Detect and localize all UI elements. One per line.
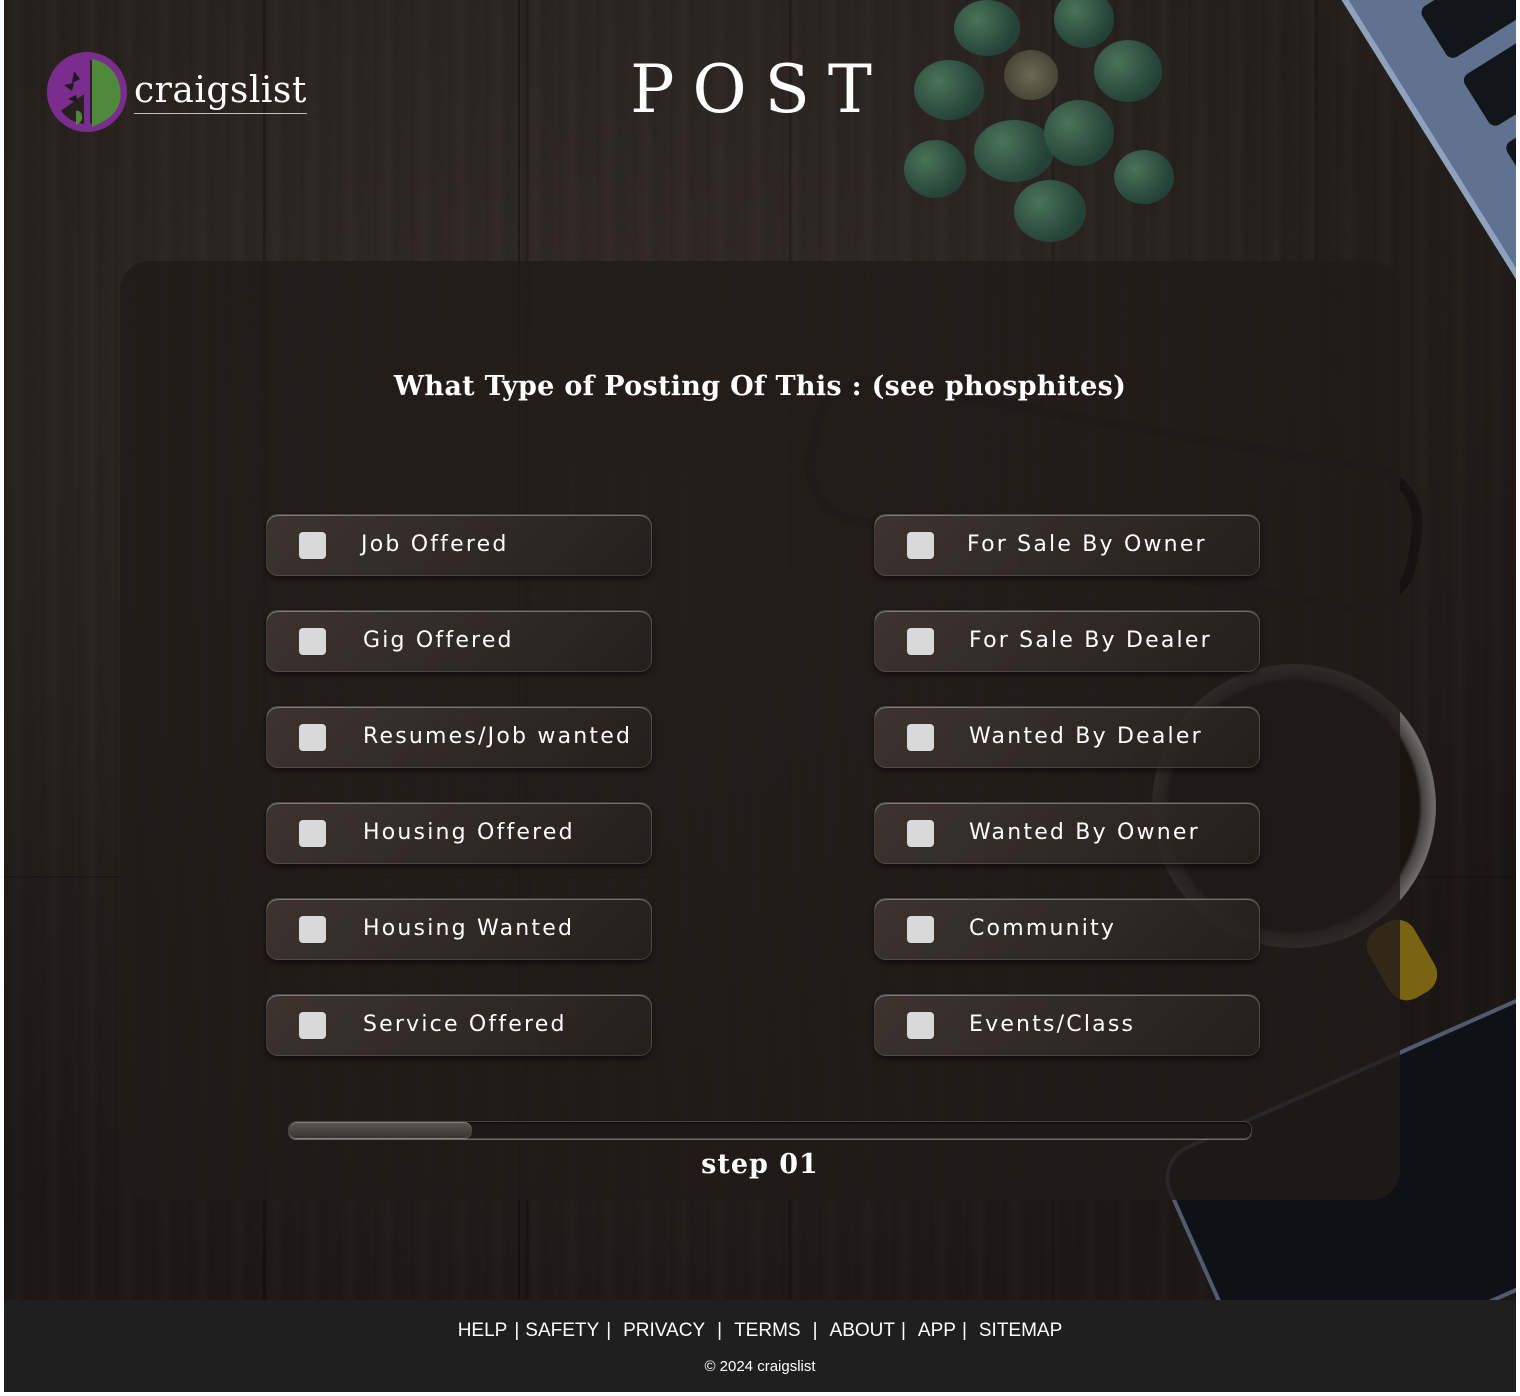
option-label: Job Offered — [361, 532, 509, 557]
option-label: Wanted By Owner — [969, 820, 1200, 845]
option-label: Events/Class — [969, 1012, 1136, 1037]
plant-image — [854, 0, 1214, 270]
footer-separator: | — [606, 1320, 612, 1341]
option-events-class[interactable]: Events/Class — [874, 994, 1260, 1056]
option-gig-offered[interactable]: Gig Offered — [266, 610, 652, 672]
option-housing-offered[interactable]: Housing Offered — [266, 802, 652, 864]
option-resumes-job-wanted[interactable]: Resumes/Job wanted — [266, 706, 652, 768]
option-label: Wanted By Dealer — [969, 724, 1203, 749]
checkbox[interactable] — [299, 532, 326, 559]
option-label: Community — [969, 916, 1117, 941]
footer-separator: | — [961, 1320, 967, 1341]
option-for-sale-by-dealer[interactable]: For Sale By Dealer — [874, 610, 1260, 672]
footer-link-terms[interactable]: TERMS — [734, 1320, 801, 1341]
option-label: Resumes/Job wanted — [363, 724, 633, 749]
option-service-offered[interactable]: Service Offered — [266, 994, 652, 1056]
option-wanted-by-owner[interactable]: Wanted By Owner — [874, 802, 1260, 864]
footer-separator: | — [900, 1320, 906, 1341]
footer-link-privacy[interactable]: PRIVACY — [623, 1320, 705, 1341]
footer-links: HELP | SAFETY | PRIVACY | TERMS | ABOUT | APP | SITE… — [4, 1320, 1516, 1342]
footer-link-sitemap[interactable]: SITEMAP — [979, 1320, 1062, 1341]
step-progress-fill — [289, 1122, 472, 1138]
checkbox[interactable] — [907, 724, 934, 751]
option-label: Service Offered — [363, 1012, 567, 1037]
step-progress-bar — [288, 1121, 1252, 1139]
option-label: Gig Offered — [363, 628, 514, 653]
page: craigslist POST What Type of Posting Of … — [4, 0, 1516, 1392]
option-housing-wanted[interactable]: Housing Wanted — [266, 898, 652, 960]
footer-separator: | — [812, 1320, 818, 1341]
checkbox[interactable] — [907, 820, 934, 847]
posting-type-card: What Type of Posting Of This : (see phos… — [120, 261, 1400, 1200]
option-for-sale-by-owner[interactable]: For Sale By Owner — [874, 514, 1260, 576]
option-label: Housing Offered — [363, 820, 575, 845]
posting-type-question: What Type of Posting Of This : (see phos… — [393, 371, 1127, 402]
footer-link-help[interactable]: HELP — [458, 1320, 508, 1341]
copyright-text: © 2024 craigslist — [704, 1358, 816, 1375]
checkbox[interactable] — [299, 628, 326, 655]
option-community[interactable]: Community — [874, 898, 1260, 960]
option-label: For Sale By Owner — [967, 532, 1207, 557]
checkbox[interactable] — [299, 724, 326, 751]
checkbox[interactable] — [299, 1012, 326, 1039]
option-label: Housing Wanted — [363, 916, 575, 941]
footer-link-about[interactable]: ABOUT — [830, 1320, 895, 1341]
checkbox[interactable] — [299, 916, 326, 943]
footer-separator: | — [514, 1320, 520, 1341]
checkbox[interactable] — [299, 820, 326, 847]
footer: HELP | SAFETY | PRIVACY | TERMS | ABOUT | APP | SITE… — [4, 1300, 1516, 1392]
checkbox[interactable] — [907, 628, 934, 655]
option-wanted-by-dealer[interactable]: Wanted By Dealer — [874, 706, 1260, 768]
footer-separator: | — [717, 1320, 723, 1341]
step-indicator: step 01 — [701, 1149, 819, 1180]
checkbox[interactable] — [907, 1012, 934, 1039]
footer-link-safety[interactable]: SAFETY — [525, 1320, 599, 1341]
option-label: For Sale By Dealer — [969, 628, 1212, 653]
page-title: POST — [630, 51, 890, 128]
option-job-offered[interactable]: Job Offered — [266, 514, 652, 576]
checkbox[interactable] — [907, 532, 934, 559]
footer-link-app[interactable]: APP — [918, 1320, 956, 1341]
checkbox[interactable] — [907, 916, 934, 943]
